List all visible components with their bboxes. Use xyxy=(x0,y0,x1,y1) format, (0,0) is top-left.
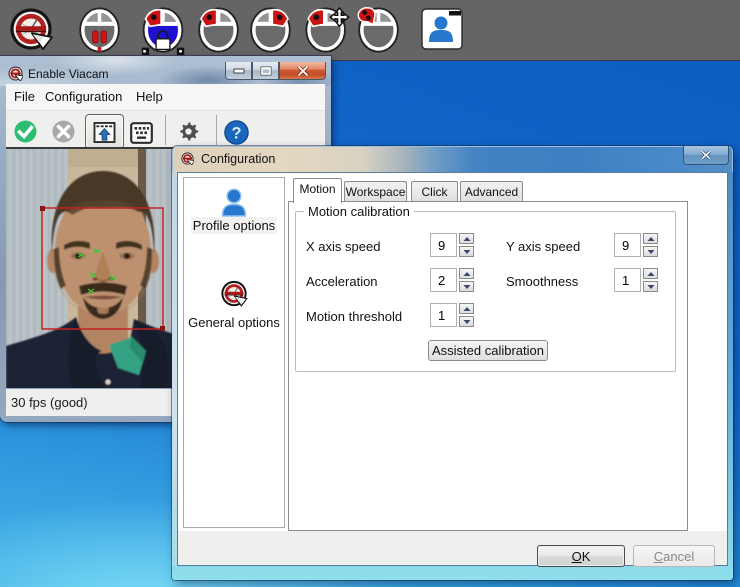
svg-text:?: ? xyxy=(232,125,242,143)
